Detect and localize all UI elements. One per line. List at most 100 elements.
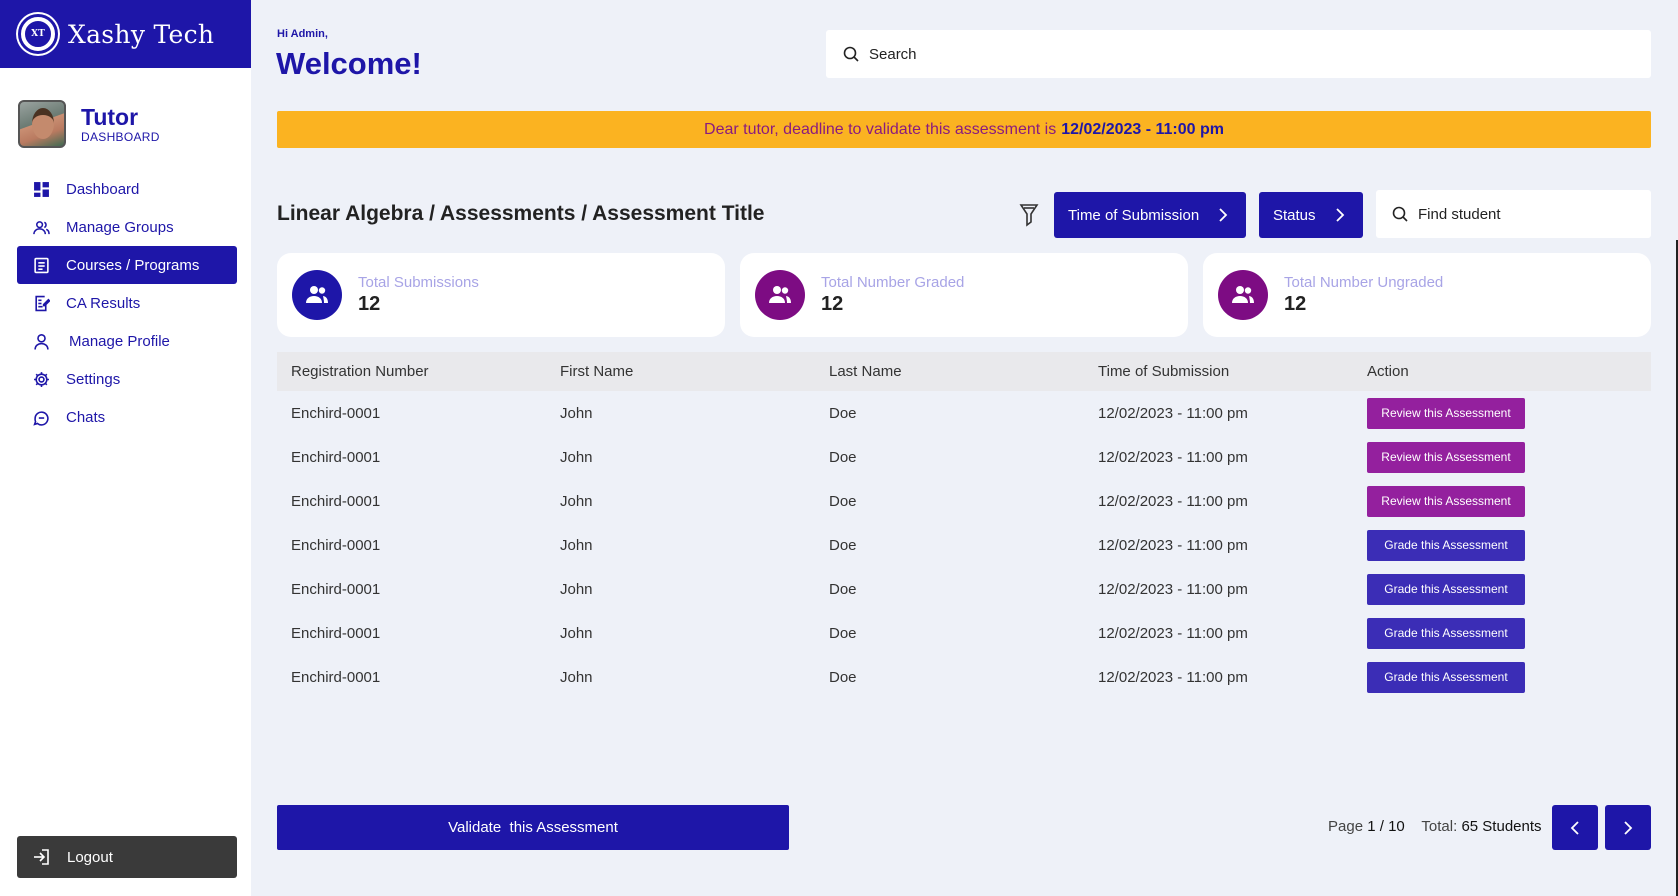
cell-time-of-submission: 12/02/2023 - 11:00 pm [1098, 668, 1248, 686]
table-header: Registration Number First Name Last Name… [277, 352, 1651, 391]
stat-card-total-graded: Total Number Graded 12 [740, 253, 1188, 337]
sidebar-item-label: Chats [66, 408, 106, 426]
cell-last-name: Doe [829, 668, 857, 686]
stat-value: 12 [358, 293, 381, 315]
filter-icon[interactable] [1018, 203, 1040, 227]
greeting: Hi Admin, [277, 28, 328, 40]
cell-last-name: Doe [829, 624, 857, 642]
cell-registration-number: Enchird-0001 [291, 536, 381, 554]
cell-time-of-submission: 12/02/2023 - 11:00 pm [1098, 448, 1248, 466]
sidebar-item-label: Manage Groups [66, 218, 174, 236]
table-body: Enchird-0001 John Doe 12/02/2023 - 11:00 pm… [277, 391, 1651, 699]
profile-role: Tutor [81, 104, 139, 130]
banner-text: Dear tutor, deadline to validate this as… [704, 120, 1057, 138]
cell-first-name: John [560, 404, 593, 422]
review-assessment-button[interactable]: Review this Assessment [1367, 485, 1525, 517]
sidebar-item-label: Settings [66, 370, 121, 388]
gear-icon [32, 370, 50, 388]
review-assessment-button[interactable]: Review this Assessment [1367, 397, 1525, 429]
stat-label: Total Submissions [358, 274, 479, 291]
cell-time-of-submission: 12/02/2023 - 11:00 pm [1098, 580, 1248, 598]
chevron-right-icon [1624, 820, 1633, 835]
page-prefix: Page [1328, 818, 1364, 835]
logout-label: Logout [67, 848, 113, 866]
sidebar-item-label: CA Results [66, 294, 141, 312]
grade-assessment-button[interactable]: Grade this Assessment [1367, 573, 1525, 605]
submissions-table: Registration Number First Name Last Name… [277, 352, 1651, 699]
total-prefix: Total: [1421, 818, 1458, 835]
column-header: Registration Number [291, 363, 429, 380]
sidebar-item-ca-results[interactable]: CA Results [17, 284, 237, 322]
cell-action: Grade this Assessment [1353, 661, 1651, 693]
validate-assessment-button[interactable]: Validate this Assessment [277, 805, 789, 850]
logout-button[interactable]: Logout [17, 836, 237, 878]
avatar [18, 100, 66, 148]
deadline-banner: Dear tutor, deadline to validate this as… [277, 111, 1651, 148]
table-row: Enchird-0001 John Doe 12/02/2023 - 11:00 pm… [277, 523, 1651, 567]
previous-page-button[interactable] [1552, 805, 1598, 850]
cell-first-name: John [560, 448, 593, 466]
sidebar-item-manage-profile[interactable]: Manage Profile [17, 322, 237, 360]
brand-logo-text: XT [23, 19, 53, 49]
sidebar-item-manage-groups[interactable]: Manage Groups [17, 208, 237, 246]
grade-assessment-button[interactable]: Grade this Assessment [1367, 617, 1525, 649]
table-row: Enchird-0001 John Doe 12/02/2023 - 11:00 pm… [277, 391, 1651, 435]
cell-first-name: John [560, 536, 593, 554]
cell-action: Review this Assessment [1353, 441, 1651, 473]
search-icon [843, 46, 859, 62]
sidebar-item-settings[interactable]: Settings [17, 360, 237, 398]
time-of-submission-label: Time of Submission [1068, 206, 1200, 224]
cell-last-name: Doe [829, 448, 857, 466]
brand-bar: XT Xashy Tech [0, 0, 251, 68]
chevron-left-icon [1570, 820, 1579, 835]
sidebar-item-dashboard[interactable]: Dashboard [17, 170, 237, 208]
find-student-input[interactable] [1418, 205, 1651, 223]
table-row: Enchird-0001 John Doe 12/02/2023 - 11:00 pm… [277, 655, 1651, 699]
table-row: Enchird-0001 John Doe 12/02/2023 - 11:00 pm… [277, 479, 1651, 523]
grade-assessment-button[interactable]: Grade this Assessment [1367, 661, 1525, 693]
chat-icon [32, 408, 50, 426]
cell-registration-number: Enchird-0001 [291, 404, 381, 422]
profile-card: Tutor DASHBOARD [18, 100, 160, 148]
document-icon [32, 256, 50, 274]
time-of-submission-button[interactable]: Time of Submission [1054, 192, 1246, 238]
find-student-search [1376, 190, 1651, 238]
column-header: Last Name [829, 363, 902, 380]
cell-action: Review this Assessment [1353, 397, 1651, 429]
column-header: Time of Submission [1098, 363, 1230, 380]
cell-registration-number: Enchird-0001 [291, 624, 381, 642]
next-page-button[interactable] [1605, 805, 1651, 850]
edit-document-icon [32, 294, 50, 312]
chevron-right-icon [1336, 208, 1345, 222]
total-value: 65 Students [1461, 818, 1542, 835]
cell-first-name: John [560, 492, 593, 510]
logout-icon [32, 848, 50, 866]
sidebar-item-courses-programs[interactable]: Courses / Programs [17, 246, 237, 284]
stat-label: Total Number Ungraded [1284, 274, 1444, 291]
table-row: Enchird-0001 John Doe 12/02/2023 - 11:00 pm… [277, 611, 1651, 655]
sidebar-item-label: Courses / Programs [66, 256, 200, 274]
user-icon [32, 332, 50, 350]
status-button[interactable]: Status [1259, 192, 1363, 238]
cell-action: Grade this Assessment [1353, 573, 1651, 605]
brand-name: Xashy Tech [68, 19, 215, 49]
table-row: Enchird-0001 John Doe 12/02/2023 - 11:00 pm… [277, 435, 1651, 479]
sidebar-item-chats[interactable]: Chats [17, 398, 237, 436]
cell-time-of-submission: 12/02/2023 - 11:00 pm [1098, 624, 1248, 642]
table-row: Enchird-0001 John Doe 12/02/2023 - 11:00 pm… [277, 567, 1651, 611]
stat-value: 12 [821, 293, 844, 315]
sidebar: XT Xashy Tech Tutor DASHBOARD Dashboard … [0, 0, 251, 896]
grade-assessment-button[interactable]: Grade this Assessment [1367, 529, 1525, 561]
cell-first-name: John [560, 580, 593, 598]
brand-logo-icon: XT [18, 14, 58, 54]
sidebar-nav: Dashboard Manage Groups Courses / Progra… [17, 170, 237, 436]
cell-time-of-submission: 12/02/2023 - 11:00 pm [1098, 404, 1248, 422]
cell-action: Grade this Assessment [1353, 617, 1651, 649]
banner-deadline: 12/02/2023 - 11:00 pm [1061, 120, 1224, 138]
page-title: Welcome! [276, 46, 422, 81]
sidebar-item-label: Manage Profile [69, 332, 170, 350]
users-icon [32, 218, 50, 236]
review-assessment-button[interactable]: Review this Assessment [1367, 441, 1525, 473]
cell-last-name: Doe [829, 536, 857, 554]
search-input[interactable] [869, 45, 1597, 63]
